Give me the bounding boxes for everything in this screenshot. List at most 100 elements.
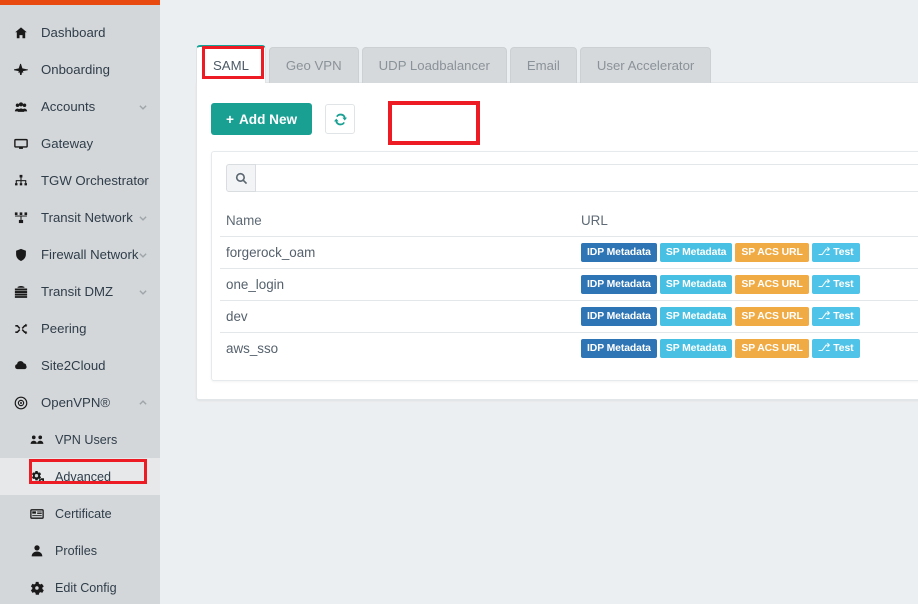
add-new-button[interactable]: + Add New (211, 103, 312, 135)
column-header-name: Name (226, 213, 581, 228)
badge-label: SP ACS URL (741, 311, 802, 322)
sidebar-item-label: Transit DMZ (41, 284, 113, 299)
cell-url-actions: IDP Metadata SP Metadata SP ACS URL ⎇Test (581, 243, 918, 262)
sidebar-item-dashboard[interactable]: Dashboard (0, 14, 160, 51)
main-content: SAMLGeo VPNUDP LoadbalancerEmailUser Acc… (160, 0, 918, 604)
badge-label: IDP Metadata (587, 343, 651, 354)
test-button[interactable]: ⎇Test (812, 339, 860, 358)
refresh-icon (333, 112, 348, 127)
test-button[interactable]: ⎇Test (812, 275, 860, 294)
sidebar-item-accounts[interactable]: Accounts (0, 88, 160, 125)
sidebar-nav: Dashboard Onboarding Accounts Gateway TGW Or… (0, 14, 160, 604)
chevron-up-icon[interactable] (138, 398, 148, 408)
chevron-down-icon[interactable] (138, 102, 148, 112)
tab-saml[interactable]: SAML (196, 45, 266, 83)
sp-metadata-button[interactable]: SP Metadata (660, 275, 733, 294)
sp-metadata-button[interactable]: SP Metadata (660, 339, 733, 358)
flask-icon: ⎇ (818, 311, 831, 322)
sidebar-item-onboarding[interactable]: Onboarding (0, 51, 160, 88)
sidebar-item-label: OpenVPN® (41, 395, 110, 410)
flask-icon: ⎇ (818, 279, 831, 290)
cell-url-actions: IDP MetadataSP MetadataSP ACS URL⎇Test (581, 339, 918, 358)
monitor-icon (14, 137, 36, 151)
table-row: one_loginIDP MetadataSP MetadataSP ACS U… (220, 268, 918, 300)
firewall-brick-icon (14, 285, 36, 299)
refresh-button[interactable] (325, 104, 355, 134)
app-root: Dashboard Onboarding Accounts Gateway TGW Or… (0, 0, 918, 604)
idp-metadata-button[interactable]: IDP Metadata (581, 307, 657, 326)
sidebar-item-label: TGW Orchestrator (41, 173, 149, 188)
idp-metadata-button[interactable]: IDP Metadata (581, 339, 657, 358)
badge-label: SP Metadata (666, 311, 727, 322)
saml-table: Name URL forgerock_oamIDP MetadataSP Met… (220, 204, 918, 364)
tab-geo-vpn[interactable]: Geo VPN (269, 47, 359, 83)
search-button[interactable] (226, 164, 256, 192)
column-header-url: URL (581, 213, 918, 228)
badge-label: SP ACS URL (741, 247, 802, 258)
cell-name: aws_sso (226, 341, 581, 356)
tab-email[interactable]: Email (510, 47, 577, 83)
sidebar-item-transit-network[interactable]: Transit Network (0, 199, 160, 236)
chevron-down-icon[interactable] (138, 250, 148, 260)
sidebar-item-label: VPN Users (55, 433, 117, 447)
sp-acs-url-button[interactable]: SP ACS URL (735, 275, 808, 294)
cell-url-actions: IDP Metadata SP Metadata SP ACS URL ⎇Test (581, 307, 918, 326)
test-button[interactable]: ⎇Test (812, 307, 860, 326)
users-group-icon (30, 433, 50, 447)
badge-label: Test (833, 311, 853, 322)
cell-url-actions: IDP Metadata SP MetadataSP ACS URL⎇Test (581, 275, 918, 294)
sidebar-item-label: Certificate (55, 507, 112, 521)
sidebar-item-label: Profiles (55, 544, 97, 558)
plus-icon: + (226, 112, 234, 127)
search-input[interactable] (256, 164, 918, 192)
sidebar-item-site2cloud[interactable]: Site2Cloud (0, 347, 160, 384)
badge-label: IDP Metadata (587, 311, 651, 322)
sidebar-item-label: Gateway (41, 136, 93, 151)
sidebar-item-label: Edit Config (55, 581, 117, 595)
sp-metadata-button[interactable]: SP Metadata (660, 307, 733, 326)
chevron-down-icon[interactable] (138, 287, 148, 297)
sidebar-item-label: Dashboard (41, 25, 106, 40)
sidebar: Dashboard Onboarding Accounts Gateway TGW Or… (0, 0, 160, 604)
sidebar-item-vpn-users[interactable]: VPN Users (0, 421, 160, 458)
cell-name: dev (226, 309, 581, 324)
flask-icon: ⎇ (818, 343, 831, 354)
sidebar-item-label: Transit Network (41, 210, 133, 225)
sidebar-item-edit-config[interactable]: Edit Config (0, 569, 160, 604)
badge-label: SP Metadata (666, 247, 727, 258)
sidebar-item-label: Accounts (41, 99, 95, 114)
tab-user-accelerator[interactable]: User Accelerator (580, 47, 711, 83)
sidebar-item-firewall-network[interactable]: Firewall Network (0, 236, 160, 273)
idp-metadata-button[interactable]: IDP Metadata (581, 275, 657, 294)
cloud-icon (14, 359, 36, 373)
add-new-label: Add New (239, 112, 297, 127)
sidebar-item-label: Advanced (55, 470, 111, 484)
sidebar-item-label: Firewall Network (41, 247, 138, 262)
sidebar-item-advanced[interactable]: Advanced (0, 458, 160, 495)
sidebar-item-peering[interactable]: Peering (0, 310, 160, 347)
chevron-down-icon[interactable] (138, 213, 148, 223)
sp-acs-url-button[interactable]: SP ACS URL (735, 307, 808, 326)
sidebar-item-gateway[interactable]: Gateway (0, 125, 160, 162)
chevron-down-icon[interactable] (138, 176, 148, 186)
sidebar-item-transit-dmz[interactable]: Transit DMZ (0, 273, 160, 310)
badge-label: IDP Metadata (587, 279, 651, 290)
search-icon (235, 172, 248, 185)
badge-label: Test (833, 343, 853, 354)
sidebar-item-profiles[interactable]: Profiles (0, 532, 160, 569)
badge-label: SP Metadata (666, 343, 727, 354)
user-icon (30, 544, 50, 558)
sidebar-item-tgw-orchestrator[interactable]: TGW Orchestrator (0, 162, 160, 199)
test-button[interactable]: ⎇Test (812, 243, 860, 262)
idp-metadata-button[interactable]: IDP Metadata (581, 243, 657, 262)
tab-udp-loadbalancer[interactable]: UDP Loadbalancer (362, 47, 507, 83)
sidebar-item-openvpn[interactable]: OpenVPN® (0, 384, 160, 421)
sidebar-item-certificate[interactable]: Certificate (0, 495, 160, 532)
table-body: forgerock_oamIDP MetadataSP MetadataSP A… (220, 236, 918, 364)
search-bar (226, 164, 918, 192)
sp-metadata-button[interactable]: SP Metadata (660, 243, 733, 262)
sp-acs-url-button[interactable]: SP ACS URL (735, 339, 808, 358)
panel-toolbar: + Add New (211, 103, 355, 135)
sidebar-item-label: Site2Cloud (41, 358, 106, 373)
sp-acs-url-button[interactable]: SP ACS URL (735, 243, 808, 262)
